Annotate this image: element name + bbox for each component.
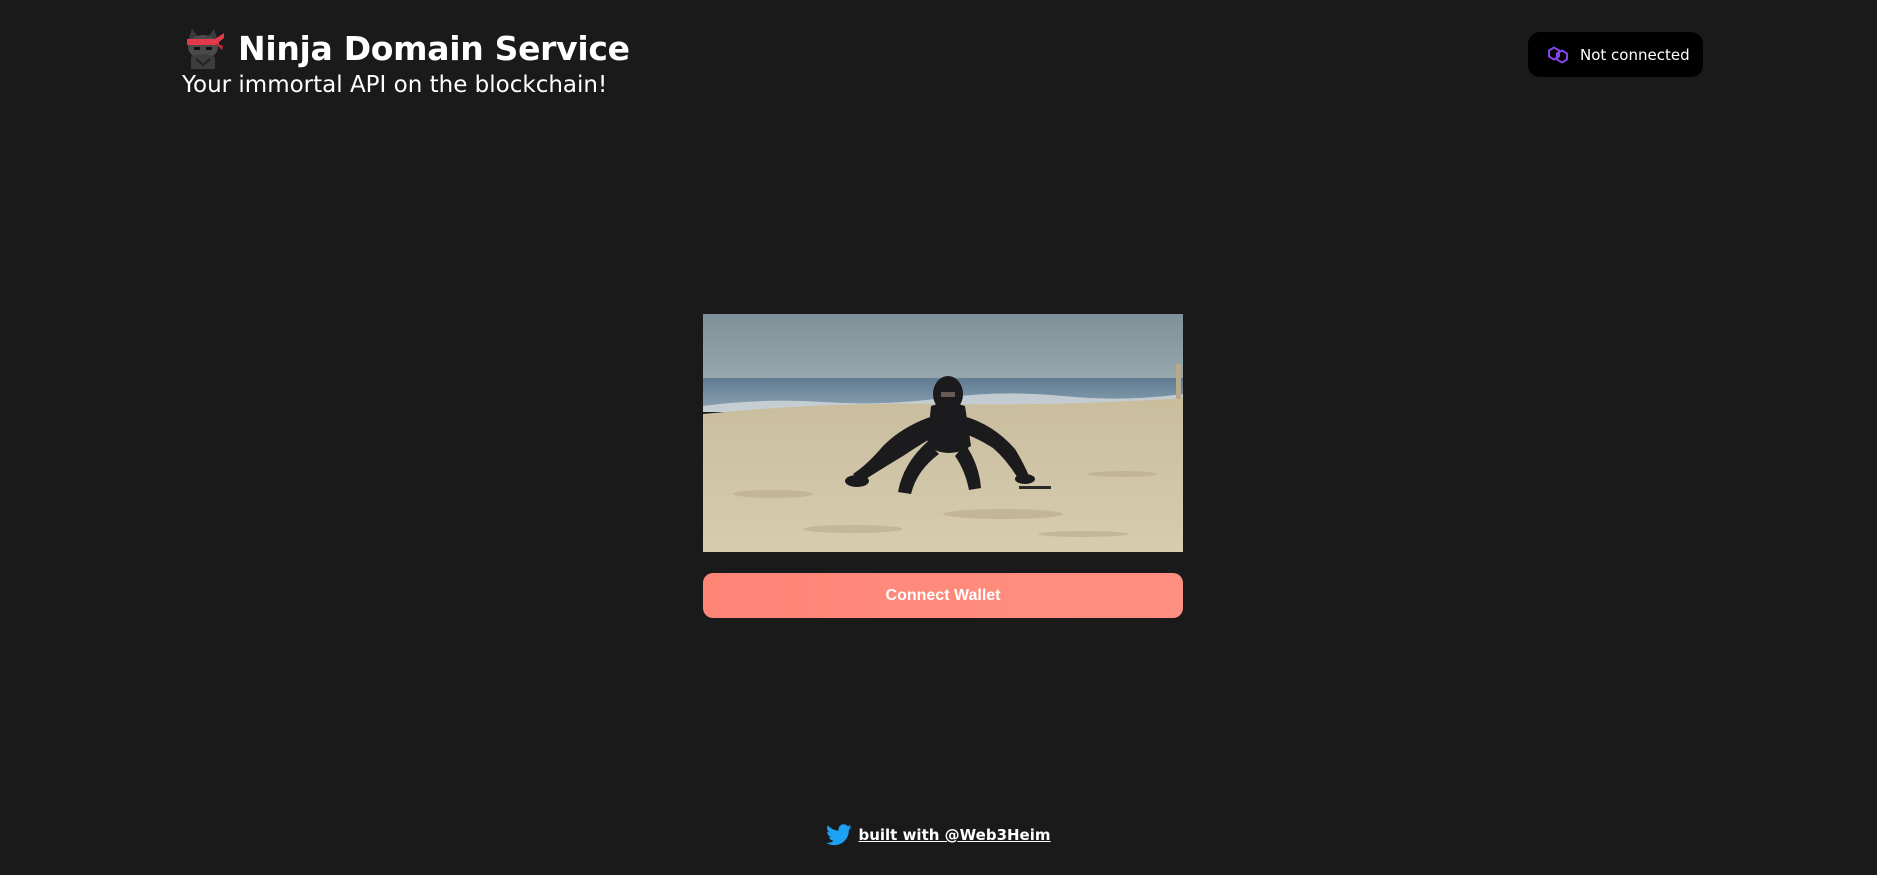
connect-wallet-button[interactable]: Connect Wallet (703, 573, 1183, 618)
page: Ninja Domain Service Your immortal API o… (0, 0, 1877, 875)
page-subtitle: Your immortal API on the blockchain! (182, 72, 608, 98)
page-title: Ninja Domain Service (238, 28, 630, 68)
built-with-link[interactable]: built with @Web3Heim (858, 826, 1050, 844)
wallet-status-label: Not connected (1580, 45, 1690, 64)
ninja-on-beach-image (703, 314, 1183, 552)
polygon-chain-icon (1548, 46, 1568, 63)
twitter-icon (826, 824, 853, 846)
title-row: Ninja Domain Service (182, 22, 630, 74)
wallet-status-button[interactable]: Not connected (1528, 32, 1703, 77)
header: Ninja Domain Service Your immortal API o… (182, 22, 630, 97)
ninja-cat-icon (187, 29, 224, 69)
footer: built with @Web3Heim (0, 824, 1877, 846)
